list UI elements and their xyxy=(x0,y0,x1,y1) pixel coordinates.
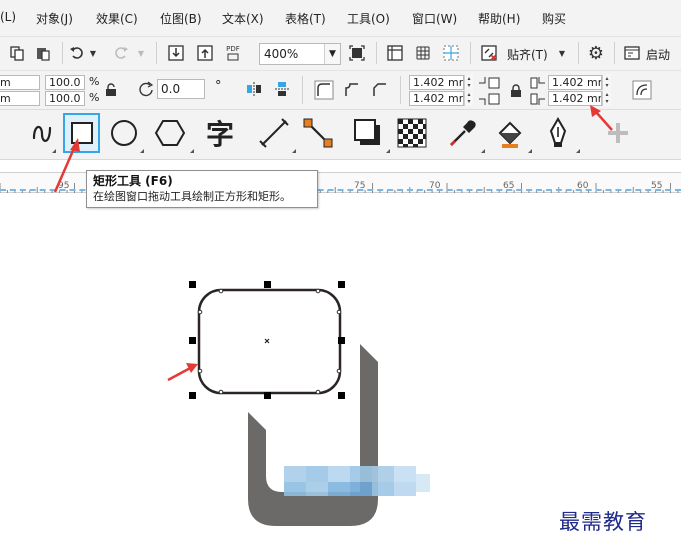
separator xyxy=(376,42,377,64)
corner-radius-top-left-field[interactable]: 1.402 mm xyxy=(409,75,464,90)
separator xyxy=(578,42,579,64)
separator xyxy=(62,42,63,64)
annotation-arrow-canvas xyxy=(167,363,198,382)
canvas-artwork xyxy=(167,281,430,526)
lock-corners-icon[interactable] xyxy=(508,82,524,100)
snap-to-button[interactable]: 贴齐(T) xyxy=(507,46,548,63)
percent-label: % xyxy=(89,75,100,88)
round-corner-icon[interactable] xyxy=(312,79,336,101)
scalloped-corner-icon[interactable] xyxy=(340,79,364,101)
undo-icon[interactable] xyxy=(68,44,86,62)
chevron-down-icon[interactable]: ▼ xyxy=(324,44,340,64)
freehand-tool[interactable] xyxy=(24,113,60,153)
redo-dropdown-icon[interactable]: ▼ xyxy=(136,46,146,60)
menu-item-bitmap[interactable]: 位图(B) xyxy=(160,10,202,27)
scale-x-field[interactable]: 100.0 xyxy=(45,75,85,90)
flyout-indicator-icon xyxy=(52,149,56,153)
transparency-tool[interactable] xyxy=(394,113,430,153)
tooltip-description: 在绘图窗口拖动工具绘制正方形和矩形。 xyxy=(93,190,291,203)
mirror-vertical-icon[interactable] xyxy=(272,80,292,98)
menu-item-buy[interactable]: 购买 xyxy=(542,10,566,27)
gear-icon[interactable]: ⚙ xyxy=(586,43,606,64)
tooltip-title: 矩形工具 (F6) xyxy=(93,174,173,188)
launch-icon[interactable] xyxy=(622,43,642,63)
redo-icon[interactable] xyxy=(112,44,130,62)
spin-up-down-icon[interactable]: ▴ ▾ xyxy=(602,75,611,90)
menu-bar: (L) 对象(J) 效果(C) 位图(B) 文本(X) 表格(T) 工具(O) … xyxy=(0,0,681,36)
separator xyxy=(470,42,471,64)
tooltip: 矩形工具 (F6) 在绘图窗口拖动工具绘制正方形和矩形。 xyxy=(86,170,318,208)
smart-fill-pen-tool[interactable] xyxy=(540,113,576,153)
flyout-indicator-icon xyxy=(140,149,144,153)
polygon-tool[interactable] xyxy=(152,113,188,153)
flyout-indicator-icon xyxy=(386,149,390,153)
spin-up-down-icon[interactable]: ▴ ▾ xyxy=(464,91,473,106)
blurred-block xyxy=(284,466,430,496)
export-icon[interactable] xyxy=(195,43,215,63)
rounded-rectangle xyxy=(197,288,342,395)
flyout-indicator-icon xyxy=(576,149,580,153)
launch-button[interactable]: 启动 xyxy=(646,46,670,63)
menu-item-tools[interactable]: 工具(O) xyxy=(347,10,390,27)
degree-label: ° xyxy=(215,79,222,94)
rectangle-tool[interactable] xyxy=(63,113,100,153)
menu-item-text[interactable]: 文本(X) xyxy=(222,10,264,27)
snap-off-icon[interactable] xyxy=(478,43,500,63)
menu-item-table[interactable]: 表格(T) xyxy=(285,10,326,27)
dimension-tool[interactable] xyxy=(256,113,292,153)
pdf-label: PDF xyxy=(226,45,240,53)
rotate-icon[interactable] xyxy=(136,80,156,98)
drop-shadow-tool[interactable] xyxy=(350,113,386,153)
height-field[interactable]: m xyxy=(0,91,40,106)
separator xyxy=(614,42,615,64)
width-field[interactable]: m xyxy=(0,75,40,90)
corner-right-brackets-icon xyxy=(528,74,548,108)
corner-link-brackets-icon xyxy=(476,74,504,108)
relative-corner-scaling-icon[interactable] xyxy=(630,78,654,102)
show-guidelines-icon[interactable] xyxy=(441,43,461,63)
menu-item-layout[interactable]: (L) xyxy=(0,10,16,24)
separator xyxy=(400,76,401,104)
show-grid-icon[interactable] xyxy=(413,43,433,63)
zoom-value: 400% xyxy=(264,47,299,61)
menu-item-object[interactable]: 对象(J) xyxy=(36,10,73,27)
separator xyxy=(302,76,303,104)
flyout-indicator-icon xyxy=(528,149,532,153)
full-screen-icon[interactable] xyxy=(347,43,367,63)
spin-up-down-icon[interactable]: ▴ ▾ xyxy=(602,91,611,106)
connector-tool[interactable] xyxy=(300,113,336,153)
percent-label: % xyxy=(89,91,100,104)
text-tool[interactable]: 字 xyxy=(202,113,238,153)
menu-item-window[interactable]: 窗口(W) xyxy=(412,10,457,27)
add-tool-plus-icon[interactable] xyxy=(600,113,636,153)
menu-item-effects[interactable]: 效果(C) xyxy=(96,10,138,27)
watermark: 最需教育 xyxy=(559,510,647,534)
chamfered-corner-icon[interactable] xyxy=(368,79,392,101)
undo-dropdown-icon[interactable]: ▼ xyxy=(88,46,98,60)
menu-item-help[interactable]: 帮助(H) xyxy=(478,10,520,27)
mirror-horizontal-icon[interactable] xyxy=(244,80,264,98)
interactive-fill-tool[interactable] xyxy=(492,113,528,153)
import-icon[interactable] xyxy=(166,43,186,63)
eyedropper-tool[interactable] xyxy=(445,113,481,153)
rotation-angle-field[interactable]: 0.0 xyxy=(157,79,205,99)
corner-radius-bottom-left-field[interactable]: 1.402 mm xyxy=(409,91,464,106)
show-rulers-icon[interactable] xyxy=(385,43,405,63)
separator xyxy=(156,42,157,64)
scale-y-field[interactable]: 100.0 xyxy=(45,91,85,106)
spin-up-down-icon[interactable]: ▴ ▾ xyxy=(464,75,473,90)
corner-radius-bottom-right-field[interactable]: 1.402 mm xyxy=(548,91,602,106)
flyout-indicator-icon xyxy=(190,149,194,153)
corner-radius-top-right-field[interactable]: 1.402 mm xyxy=(548,75,602,90)
snap-dropdown-icon[interactable]: ▼ xyxy=(557,46,567,60)
ellipse-tool[interactable] xyxy=(106,113,142,153)
paste-icon[interactable] xyxy=(34,44,52,62)
flyout-indicator-icon xyxy=(481,149,485,153)
publish-pdf-icon[interactable]: PDF xyxy=(222,43,244,63)
zoom-level-select[interactable]: 400% ▼ xyxy=(259,43,341,65)
lock-ratio-icon[interactable] xyxy=(104,82,118,98)
copy-icon[interactable] xyxy=(8,44,26,62)
flyout-indicator-icon xyxy=(292,149,296,153)
